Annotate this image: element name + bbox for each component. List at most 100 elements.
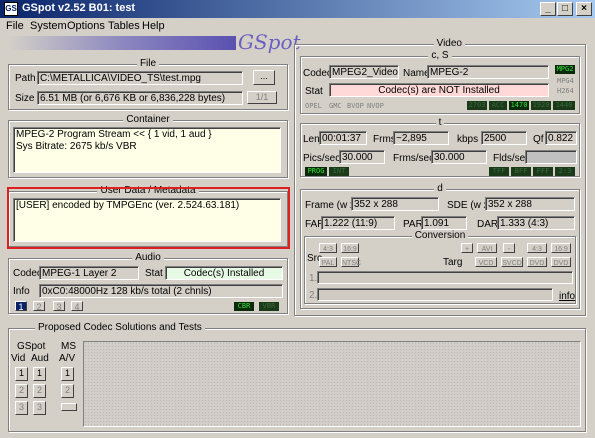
led-1440: 1440 xyxy=(553,101,575,110)
flag-opel: OPEL xyxy=(305,102,322,110)
browse-button[interactable]: ... xyxy=(253,70,275,85)
plus-button[interactable]: + xyxy=(461,243,473,253)
par-label: PAR xyxy=(403,219,423,230)
vcd-button[interactable]: VCD xyxy=(475,257,497,267)
container-line2: Sys Bitrate: 2675 kb/s VBR xyxy=(16,141,137,152)
qf-field: 0.822 xyxy=(545,131,577,145)
far-field: 1.222 (11:9) xyxy=(321,216,395,230)
video-group-title: Video xyxy=(433,38,465,49)
menu-tables[interactable]: Tables xyxy=(108,20,140,32)
flag-gmc: GMC xyxy=(329,102,342,110)
h264-indicator: H264 xyxy=(557,87,574,95)
audio-codec-field: MPEG-1 Layer 2 xyxy=(39,266,139,280)
audio-group-title: Audio xyxy=(132,252,164,263)
bff-indicator: BFF xyxy=(511,167,531,176)
audio-codec-label: Codec xyxy=(13,268,42,279)
size-field: 6.51 MB (or 6,676 KB or 6,836,228 bytes) xyxy=(37,91,243,105)
path-label: Path xyxy=(15,73,36,84)
info-link[interactable]: info xyxy=(559,291,575,302)
video-name-label: Name xyxy=(403,68,430,79)
src-pal-button[interactable]: PAL xyxy=(319,257,337,267)
vid-solution-2[interactable]: 2 xyxy=(15,384,28,398)
frame-field: 352 x 288 xyxy=(351,197,439,211)
av-label: A/V xyxy=(59,353,76,364)
menu-options[interactable]: Options xyxy=(67,20,105,32)
vid-solution-1[interactable]: 1 xyxy=(15,367,28,381)
src-4-3-button[interactable]: 4:3 xyxy=(319,243,337,253)
proposed-group-title: Proposed Codec Solutions and Tests xyxy=(35,322,205,333)
codec-group: c, S Codec MPEG2_Video Name MPEG-2 Stat … xyxy=(300,50,580,114)
qf-label: Qf xyxy=(533,134,544,145)
prog-indicator: PROG xyxy=(305,167,327,176)
cbr-indicator: CBR xyxy=(234,302,254,311)
aud-solution-3[interactable]: 3 xyxy=(33,401,46,415)
container-group: Container MPEG-2 Program Stream << { 1 v… xyxy=(8,114,288,178)
highlight-frame xyxy=(7,187,290,249)
audio-tab-4[interactable]: 4 xyxy=(71,301,83,312)
led-2703: 2703 xyxy=(467,101,487,110)
aud-solution-2[interactable]: 2 xyxy=(33,384,46,398)
dar-field: 1.333 (4:3) xyxy=(497,216,575,230)
video-stat-field: Codec(s) are NOT Installed xyxy=(329,83,549,97)
vbr-indicator: VBR xyxy=(259,302,279,311)
close-button[interactable]: × xyxy=(576,2,592,16)
logo-text: GSpot xyxy=(238,30,301,54)
video-codec-field: MPEG2_Video xyxy=(329,65,399,79)
audio-tab-3[interactable]: 3 xyxy=(53,301,65,312)
dvd2-button[interactable]: DVD xyxy=(551,257,571,267)
vid-solution-3[interactable]: 3 xyxy=(15,401,28,415)
timing-group-title: t xyxy=(435,117,445,128)
video-codec-label: Codec xyxy=(303,68,332,79)
audio-info-label: Info xyxy=(13,286,30,297)
tff-indicator: TFF xyxy=(489,167,509,176)
path-field[interactable]: C:\METALLICA\VIDEO_TS\test.mpg xyxy=(37,71,243,85)
container-line1: MPEG-2 Program Stream << { 1 vid, 1 aud … xyxy=(16,129,212,140)
sde-field: 352 x 288 xyxy=(485,197,575,211)
vid-label: Vid xyxy=(11,353,26,364)
kbps-label: kbps xyxy=(457,134,479,145)
aud-label: Aud xyxy=(31,353,49,364)
ms-solution-1[interactable]: 1 xyxy=(61,367,74,381)
minimize-button[interactable]: _ xyxy=(540,2,556,16)
sde-label: SDE (w x xyxy=(447,200,489,211)
audio-tab-2[interactable]: 2 xyxy=(33,301,45,312)
led-1470: 1470 xyxy=(509,101,529,110)
targ-4-3-button[interactable]: 4:3 xyxy=(527,243,547,253)
pulldown-indicator: 2:3 xyxy=(555,167,575,176)
menu-system[interactable]: System xyxy=(30,20,67,32)
conv-row2-field xyxy=(317,288,553,301)
solutions-output-area xyxy=(83,341,581,427)
audio-stat-field: Codec(s) Installed xyxy=(165,266,283,280)
mpg4-indicator: MPG4 xyxy=(557,77,574,85)
dvd-button[interactable]: DVD xyxy=(527,257,547,267)
file-group-title: File xyxy=(136,58,160,69)
ms-solution-2[interactable]: 2 xyxy=(61,384,74,398)
menu-file[interactable]: File xyxy=(6,20,24,32)
frmsec-field: 30.000 xyxy=(431,150,487,164)
svcd-button[interactable]: SVCD xyxy=(501,257,523,267)
window-title: GSpot v2.52 B01: test xyxy=(22,2,136,14)
gspot-label: GSpot xyxy=(17,341,46,352)
src-ntsc-button[interactable]: NTSC xyxy=(341,257,361,267)
frmsec-label: Frms/sec xyxy=(393,153,435,164)
audio-tab-1[interactable]: 1 xyxy=(15,301,27,312)
dims-group-title: d xyxy=(434,183,446,194)
flag-bvop: BVOP xyxy=(347,102,364,110)
menu-help[interactable]: Help xyxy=(142,20,165,32)
minus-button[interactable]: - xyxy=(503,243,515,253)
maximize-button[interactable]: □ xyxy=(557,2,573,16)
src-16-9-button[interactable]: 16:9 xyxy=(341,243,359,253)
par-field: 1.091 xyxy=(421,216,467,230)
frms-field: ~2,895 xyxy=(393,131,449,145)
kbps-field: 2500 xyxy=(481,131,527,145)
container-info-box: MPEG-2 Program Stream << { 1 vid, 1 aud … xyxy=(13,127,281,173)
avi-button[interactable]: AVI xyxy=(477,243,497,253)
mpg2-indicator: MPG2 xyxy=(555,65,575,74)
ms-solution-3[interactable] xyxy=(61,403,77,411)
file-page-button[interactable]: 1/1 xyxy=(247,91,277,104)
int-indicator: INT xyxy=(329,167,349,176)
targ-16-9-button[interactable]: 16:9 xyxy=(551,243,571,253)
targ-label: Targ xyxy=(443,257,463,268)
aud-solution-1[interactable]: 1 xyxy=(33,367,46,381)
ms-label: MS xyxy=(61,341,76,352)
